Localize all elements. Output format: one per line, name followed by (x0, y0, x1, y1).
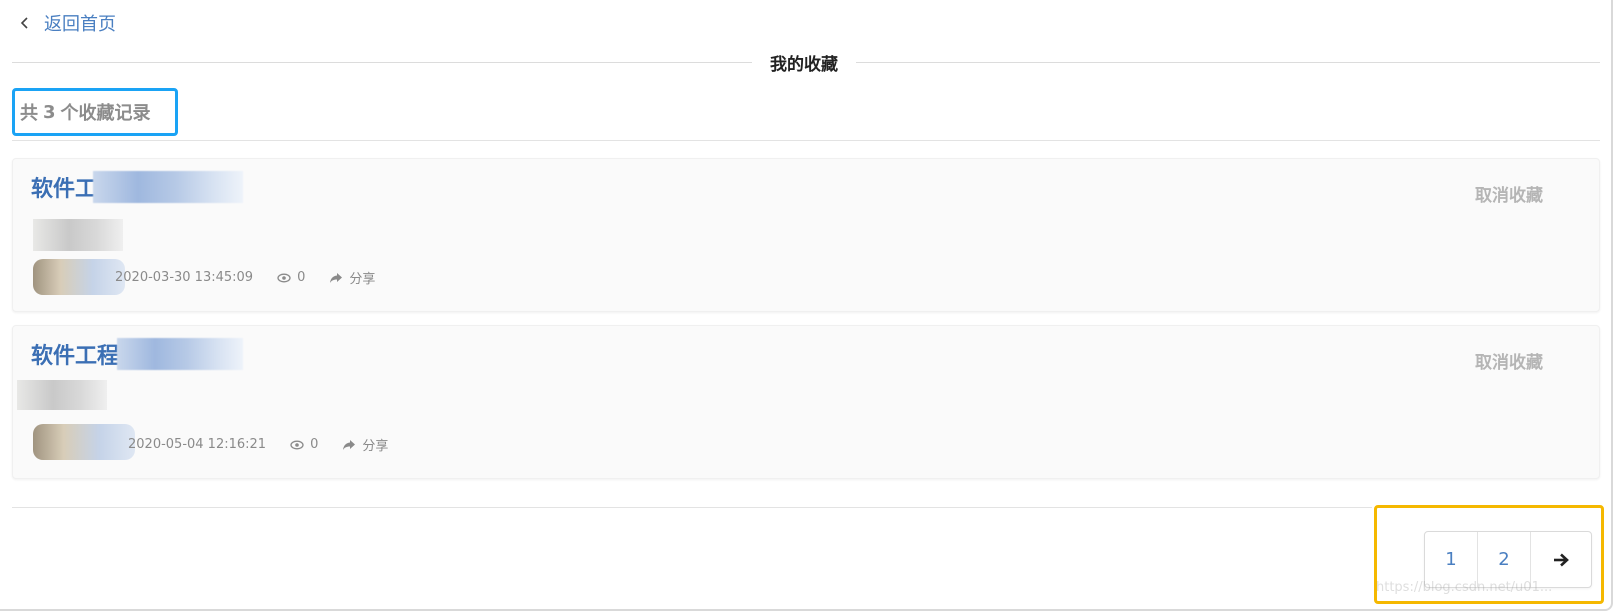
list-bottom-divider (12, 507, 1372, 508)
share-label[interactable]: 分享 (349, 268, 375, 287)
page-title: 我的收藏 (770, 54, 838, 75)
title-divider-right (856, 61, 1600, 63)
page-title-row: 我的收藏 (12, 48, 1600, 76)
cancel-favorite-button[interactable]: 取消收藏 (1475, 181, 1543, 206)
page-2-button[interactable]: 2 (1478, 532, 1531, 587)
page-1-button[interactable]: 1 (1425, 532, 1478, 587)
title-divider-left (12, 61, 752, 63)
count-suffix: 个收藏记录 (60, 103, 151, 124)
favorite-count-summary: 共 3 个收藏记录 (12, 88, 178, 136)
watermark: https://blog.csdn.net/u01... (1376, 580, 1553, 595)
count-number: 3 (43, 101, 56, 123)
chevron-left-icon (20, 17, 28, 29)
title-redaction (93, 171, 243, 203)
favorite-date: 2020-05-04 12:16:21 (128, 437, 267, 452)
favorite-date: 2020-03-30 13:45:09 (115, 270, 254, 285)
arrow-right-icon (1554, 553, 1569, 566)
title-redaction (117, 338, 243, 370)
description-redaction (33, 219, 123, 251)
back-home-link[interactable]: 返回首页 (18, 10, 116, 36)
count-prefix: 共 (20, 103, 38, 124)
share-icon[interactable] (329, 271, 343, 285)
view-count: 0 (310, 437, 319, 452)
view-count: 0 (297, 270, 306, 285)
favorite-meta: 2020-05-04 12:16:21 0 分享 (128, 435, 388, 454)
share-label[interactable]: 分享 (362, 435, 388, 454)
share-icon[interactable] (342, 438, 356, 452)
favorite-card: 软件工程 2020-03-30 13:45:09 0 分享 取消收藏 (12, 158, 1600, 312)
eye-icon (277, 273, 291, 282)
favorite-card: 软件工程讠 2020-05-04 12:16:21 0 分享 取消收藏 (12, 325, 1600, 479)
author-redaction (33, 424, 135, 460)
next-page-button[interactable] (1531, 532, 1591, 587)
back-home-label: 返回首页 (44, 14, 116, 35)
favorite-meta: 2020-03-30 13:45:09 0 分享 (115, 268, 375, 287)
description-redaction (17, 380, 107, 410)
list-top-divider (12, 140, 1600, 141)
eye-icon (290, 440, 304, 449)
cancel-favorite-button[interactable]: 取消收藏 (1475, 348, 1543, 373)
author-redaction (33, 259, 125, 295)
